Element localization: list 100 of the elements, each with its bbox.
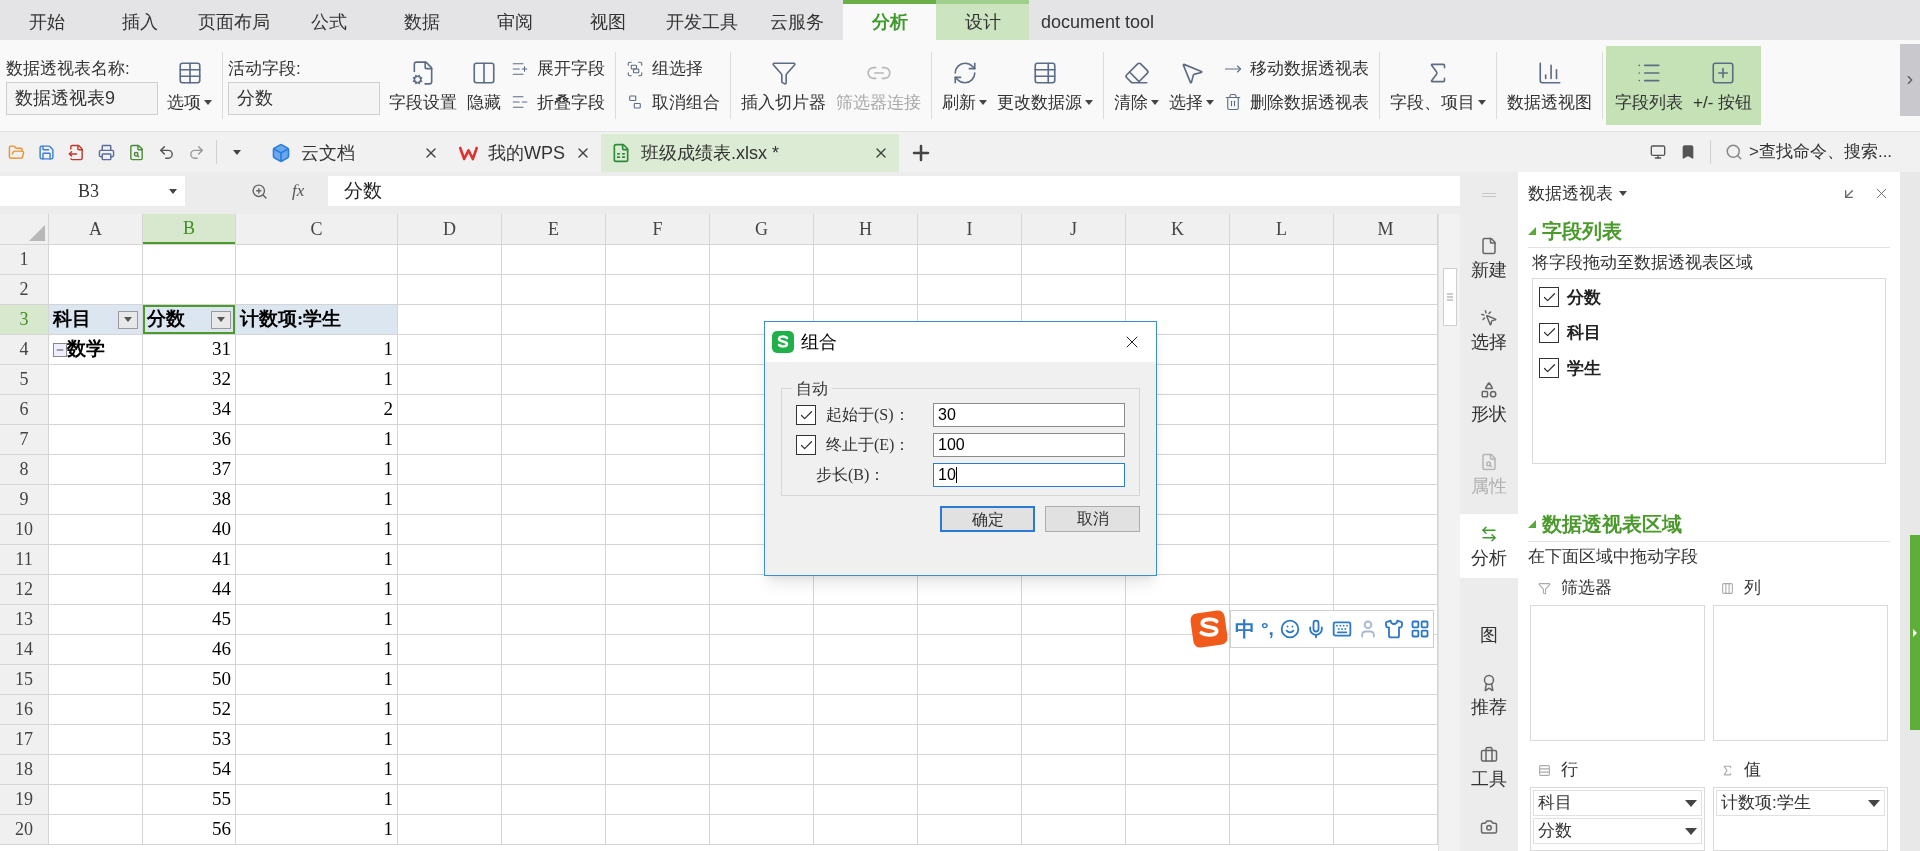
- printer-button[interactable]: [96, 142, 116, 162]
- column-header[interactable]: M: [1334, 214, 1437, 244]
- column-header[interactable]: L: [1230, 214, 1333, 244]
- column-header[interactable]: I: [918, 214, 1021, 244]
- ribbon-button[interactable]: 字段、项目: [1385, 46, 1491, 125]
- column-header[interactable]: A: [49, 214, 142, 244]
- dialog-button[interactable]: 确定: [940, 506, 1035, 532]
- checkbox[interactable]: [1539, 358, 1559, 379]
- row-header[interactable]: 15: [0, 665, 48, 694]
- panel-toggle-tab[interactable]: [1910, 535, 1920, 730]
- shirt-button[interactable]: [1383, 619, 1404, 639]
- drop-area[interactable]: 科目 分数: [1530, 787, 1705, 851]
- row-header[interactable]: 17: [0, 725, 48, 754]
- row-header[interactable]: 19: [0, 785, 48, 814]
- punctuation-button[interactable]: °,: [1261, 614, 1274, 644]
- side-bar-item[interactable]: 形状: [1460, 370, 1518, 434]
- document-tab[interactable]: 班级成绩表.xlsx *: [601, 134, 899, 172]
- search-field[interactable]: >查找命令、搜索...: [1725, 139, 1910, 165]
- ribbon-button[interactable]: 清除: [1109, 46, 1164, 125]
- text-field[interactable]: 分数: [228, 82, 380, 115]
- menu-tab[interactable]: 设计: [936, 0, 1029, 40]
- ribbon-button[interactable]: 选项: [162, 46, 217, 125]
- column-header[interactable]: E: [502, 214, 605, 244]
- menu-tab[interactable]: 页面布局: [186, 0, 282, 40]
- side-bar-item[interactable]: 分析: [1460, 514, 1518, 578]
- row-header[interactable]: 2: [0, 275, 48, 304]
- area-field-dropdown[interactable]: 分数: [1533, 818, 1702, 844]
- row-header[interactable]: 1: [0, 245, 48, 274]
- row-header[interactable]: 8: [0, 455, 48, 484]
- menu-tab[interactable]: 开发工具: [654, 0, 750, 40]
- row-header[interactable]: 20: [0, 815, 48, 844]
- side-bar-item[interactable]: 图: [1460, 586, 1518, 655]
- grid-button[interactable]: [1409, 619, 1430, 639]
- side-bar-item[interactable]: 选择: [1460, 298, 1518, 362]
- ribbon-button[interactable]: 刷新: [937, 46, 992, 125]
- bookmark-button[interactable]: [1680, 144, 1696, 160]
- export-button[interactable]: [66, 142, 86, 162]
- area-field-dropdown[interactable]: 科目: [1533, 790, 1702, 816]
- ribbon-button[interactable]: 选择: [1164, 46, 1219, 125]
- save-button[interactable]: [36, 142, 56, 162]
- ribbon-button[interactable]: 字段设置: [384, 46, 462, 125]
- number-field[interactable]: 30: [933, 403, 1125, 427]
- screen-button[interactable]: [1650, 144, 1666, 160]
- number-field[interactable]: 10: [933, 463, 1125, 487]
- row-header[interactable]: 7: [0, 425, 48, 454]
- checkbox[interactable]: [1539, 287, 1559, 308]
- collapse-button[interactable]: [53, 342, 67, 357]
- ribbon-button[interactable]: 删除数据透视表: [1224, 89, 1369, 115]
- dialog-button[interactable]: 取消: [1045, 506, 1140, 532]
- row-header[interactable]: 5: [0, 365, 48, 394]
- ribbon-button[interactable]: 插入切片器: [736, 46, 831, 125]
- ribbon-button[interactable]: 字段列表: [1610, 46, 1688, 125]
- row-header[interactable]: 12: [0, 575, 48, 604]
- row-header[interactable]: 4: [0, 335, 48, 364]
- side-bar-item[interactable]: 工具: [1460, 735, 1518, 799]
- column-header[interactable]: F: [606, 214, 709, 244]
- menu-tab[interactable]: 公式: [282, 0, 375, 40]
- column-header[interactable]: C: [236, 214, 397, 244]
- filter-dropdown-button[interactable]: [118, 310, 138, 329]
- column-header[interactable]: K: [1126, 214, 1229, 244]
- row-header[interactable]: 6: [0, 395, 48, 424]
- ribbon-button[interactable]: 折叠字段: [511, 89, 605, 115]
- area-field-dropdown[interactable]: 计数项:学生: [1716, 790, 1885, 816]
- checkbox[interactable]: [796, 435, 816, 455]
- smiley-button[interactable]: [1279, 619, 1300, 639]
- side-bar-item[interactable]: 新建: [1460, 226, 1518, 290]
- number-field[interactable]: 100: [933, 433, 1125, 457]
- row-header[interactable]: 16: [0, 695, 48, 724]
- menu-tab[interactable]: 视图: [561, 0, 654, 40]
- column-header[interactable]: H: [814, 214, 917, 244]
- column-header[interactable]: J: [1022, 214, 1125, 244]
- row-header[interactable]: 9: [0, 485, 48, 514]
- scrollbar-thumb[interactable]: [1442, 268, 1457, 326]
- drop-area[interactable]: 计数项:学生: [1713, 787, 1888, 851]
- name-box[interactable]: B3: [0, 176, 185, 206]
- ribbon-button[interactable]: +/- 按钮: [1688, 46, 1758, 125]
- ribbon-button[interactable]: 隐藏: [462, 46, 506, 125]
- row-header[interactable]: 18: [0, 755, 48, 784]
- expanded-triangle-icon[interactable]: [1528, 227, 1536, 236]
- keyboard-button[interactable]: [1331, 619, 1352, 639]
- ribbon-button[interactable]: 移动数据透视表: [1224, 56, 1369, 82]
- input-mode-button[interactable]: 中: [1235, 614, 1255, 644]
- formula-field[interactable]: 分数: [328, 176, 1460, 206]
- row-header[interactable]: 11: [0, 545, 48, 574]
- ribbon-button[interactable]: 更改数据源: [992, 46, 1098, 125]
- menu-tab[interactable]: 审阅: [468, 0, 561, 40]
- ribbon-button[interactable]: 取消组合: [626, 89, 720, 115]
- ribbon-button[interactable]: 展开字段: [511, 56, 605, 82]
- menu-tab[interactable]: 云服务: [750, 0, 843, 40]
- filter-dropdown-button[interactable]: [211, 310, 231, 329]
- menu-tab[interactable]: 数据: [375, 0, 468, 40]
- vertical-scrollbar[interactable]: [1438, 214, 1460, 851]
- row-header[interactable]: 14: [0, 635, 48, 664]
- column-header[interactable]: D: [398, 214, 501, 244]
- expanded-triangle-icon[interactable]: [1528, 520, 1536, 529]
- ribbon-button[interactable]: 数据透视图: [1502, 46, 1597, 125]
- menu-tab[interactable]: 开始: [0, 0, 93, 40]
- menu-tab[interactable]: document tool: [1029, 0, 1167, 40]
- row-header[interactable]: 13: [0, 605, 48, 634]
- drag-handle-icon[interactable]: [1482, 193, 1496, 197]
